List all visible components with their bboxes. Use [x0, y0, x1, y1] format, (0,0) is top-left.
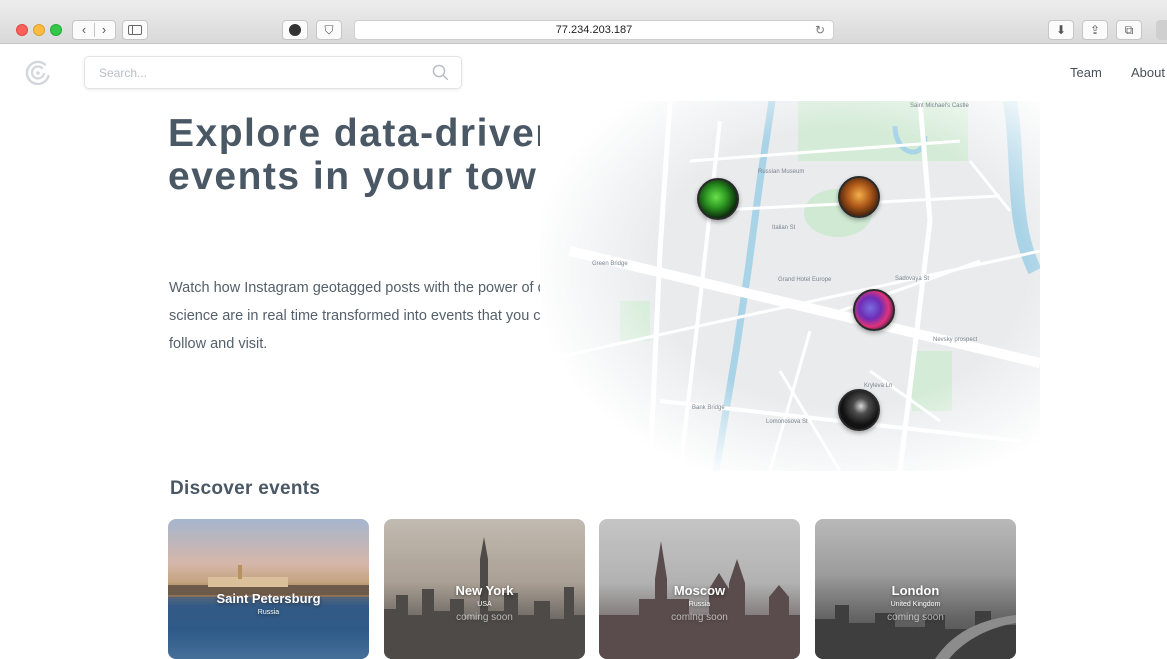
- logo-icon[interactable]: [24, 59, 52, 87]
- extension-icon: [289, 24, 301, 36]
- sidebar-icon: [128, 25, 142, 35]
- map-canvas: [540, 101, 1040, 471]
- sidebar-toggle-button[interactable]: [122, 20, 148, 40]
- nav-about-link[interactable]: About: [1131, 65, 1165, 80]
- card-city-name: New York: [455, 583, 514, 598]
- discover-events-heading: Discover events: [170, 478, 321, 499]
- new-tab-button[interactable]: [1156, 20, 1167, 40]
- card-country: Russia: [688, 601, 711, 608]
- card-country: United Kingdom: [890, 601, 941, 608]
- back-icon[interactable]: ‹: [74, 21, 94, 39]
- share-icon: ⇪: [1089, 23, 1101, 37]
- card-status: coming soon: [887, 612, 944, 623]
- url-text: 77.234.203.187: [555, 24, 633, 36]
- zoom-window-button[interactable]: [50, 24, 62, 36]
- city-card-moscow[interactable]: Moscow Russia coming soon: [599, 519, 800, 659]
- share-button[interactable]: ⇪: [1082, 20, 1108, 40]
- downloads-button[interactable]: ⬇: [1048, 20, 1074, 40]
- address-bar[interactable]: 77.234.203.187 ↻: [354, 20, 834, 40]
- shield-icon: ⛉: [324, 23, 334, 37]
- forward-icon[interactable]: ›: [94, 21, 114, 39]
- event-pin[interactable]: [838, 176, 880, 218]
- minimize-window-button[interactable]: [33, 24, 45, 36]
- card-status: coming soon: [456, 612, 513, 623]
- city-photo: [168, 565, 369, 659]
- map-label: Saint Michael's Castle: [910, 103, 969, 109]
- card-country: USA: [477, 601, 492, 608]
- city-card-saint-petersburg[interactable]: Saint Petersburg Russia: [168, 519, 369, 659]
- tabs-icon: ⧉: [1124, 23, 1134, 37]
- download-icon: ⬇: [1055, 23, 1067, 37]
- nav-team-link[interactable]: Team: [1070, 65, 1102, 80]
- city-card-london[interactable]: London United Kingdom coming soon: [815, 519, 1016, 659]
- card-country: Russia: [257, 609, 280, 616]
- map-label: Kryleva Ln: [864, 383, 893, 389]
- event-pin[interactable]: [838, 389, 880, 431]
- map-label: Bank Bridge: [692, 405, 725, 411]
- search-box: [84, 56, 462, 89]
- history-nav: ‹ ›: [72, 20, 116, 40]
- city-card-new-york[interactable]: New York USA coming soon: [384, 519, 585, 659]
- privacy-shield-button[interactable]: ⛉: [316, 20, 342, 40]
- site-header: Team About: [0, 45, 1167, 101]
- map-label: Sadovaya St: [895, 276, 930, 282]
- show-tabs-button[interactable]: ⧉: [1116, 20, 1142, 40]
- close-window-button[interactable]: [16, 24, 28, 36]
- reload-icon[interactable]: ↻: [815, 21, 825, 39]
- map-label: Lomonosova St: [766, 419, 808, 425]
- city-map[interactable]: Saint Michael's Castle Russian Museum It…: [540, 101, 1040, 471]
- map-label: Nevsky prospect: [933, 337, 978, 343]
- event-pin[interactable]: [853, 289, 895, 331]
- search-input[interactable]: [85, 57, 405, 88]
- card-city-name: London: [891, 583, 940, 598]
- map-label: Grand Hotel Europe: [778, 277, 832, 283]
- event-pin[interactable]: [697, 178, 739, 220]
- card-city-name: Moscow: [673, 583, 726, 598]
- map-label: Italian St: [772, 225, 796, 231]
- card-city-name: Saint Petersburg: [216, 591, 321, 606]
- extension-button[interactable]: [282, 20, 308, 40]
- card-status: coming soon: [671, 612, 728, 623]
- map-label: Green Bridge: [592, 261, 628, 267]
- map-label: Russian Museum: [758, 169, 805, 175]
- hero-title: Explore data-driven events in your town: [168, 112, 563, 198]
- search-icon[interactable]: [432, 64, 449, 81]
- browser-toolbar: ‹ › ⛉ 77.234.203.187 ↻ ⬇ ⇪ ⧉: [0, 0, 1167, 44]
